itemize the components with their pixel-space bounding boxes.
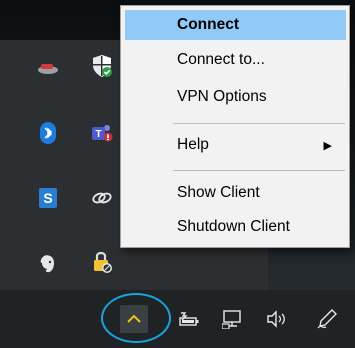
teams-icon[interactable]: T [90, 121, 114, 145]
menu-item-label: Show Client [177, 184, 260, 201]
submenu-arrow-icon: ▶ [323, 139, 332, 152]
svg-text:S: S [43, 190, 52, 206]
annotation-circle [101, 293, 171, 343]
menu-separator [173, 123, 345, 124]
menu-item-label: Shutdown Client [177, 218, 290, 235]
svg-text:T: T [95, 129, 101, 140]
menu-separator [173, 170, 345, 171]
menu-item-help[interactable]: Help ▶ [125, 130, 346, 160]
link-icon[interactable] [90, 186, 114, 210]
s-app-icon[interactable]: S [36, 186, 60, 210]
menu-item-show-client[interactable]: Show Client [125, 178, 346, 208]
taskbar [0, 290, 355, 348]
vpn-lock-icon[interactable] [90, 250, 114, 274]
cisco-anyconnect-icon[interactable] [36, 56, 60, 80]
menu-item-connect[interactable]: Connect [125, 10, 346, 40]
evernote-icon[interactable] [36, 252, 60, 276]
menu-item-vpn-options[interactable]: VPN Options [125, 82, 346, 112]
context-menu: Connect Connect to... VPN Options Help ▶… [120, 5, 350, 248]
menu-item-label: VPN Options [177, 88, 267, 105]
battery-icon[interactable] [175, 305, 203, 333]
menu-item-label: Connect [177, 16, 239, 33]
menu-item-label: Help [177, 136, 209, 153]
windows-security-icon[interactable] [90, 54, 114, 78]
volume-icon[interactable] [263, 305, 291, 333]
menu-item-shutdown-client[interactable]: Shutdown Client [125, 212, 346, 242]
menu-item-connect-to[interactable]: Connect to... [125, 45, 346, 75]
pen-icon[interactable] [313, 305, 341, 333]
network-icon[interactable] [219, 305, 247, 333]
menu-item-label: Connect to... [177, 51, 265, 68]
bluetooth-icon[interactable] [36, 121, 60, 145]
